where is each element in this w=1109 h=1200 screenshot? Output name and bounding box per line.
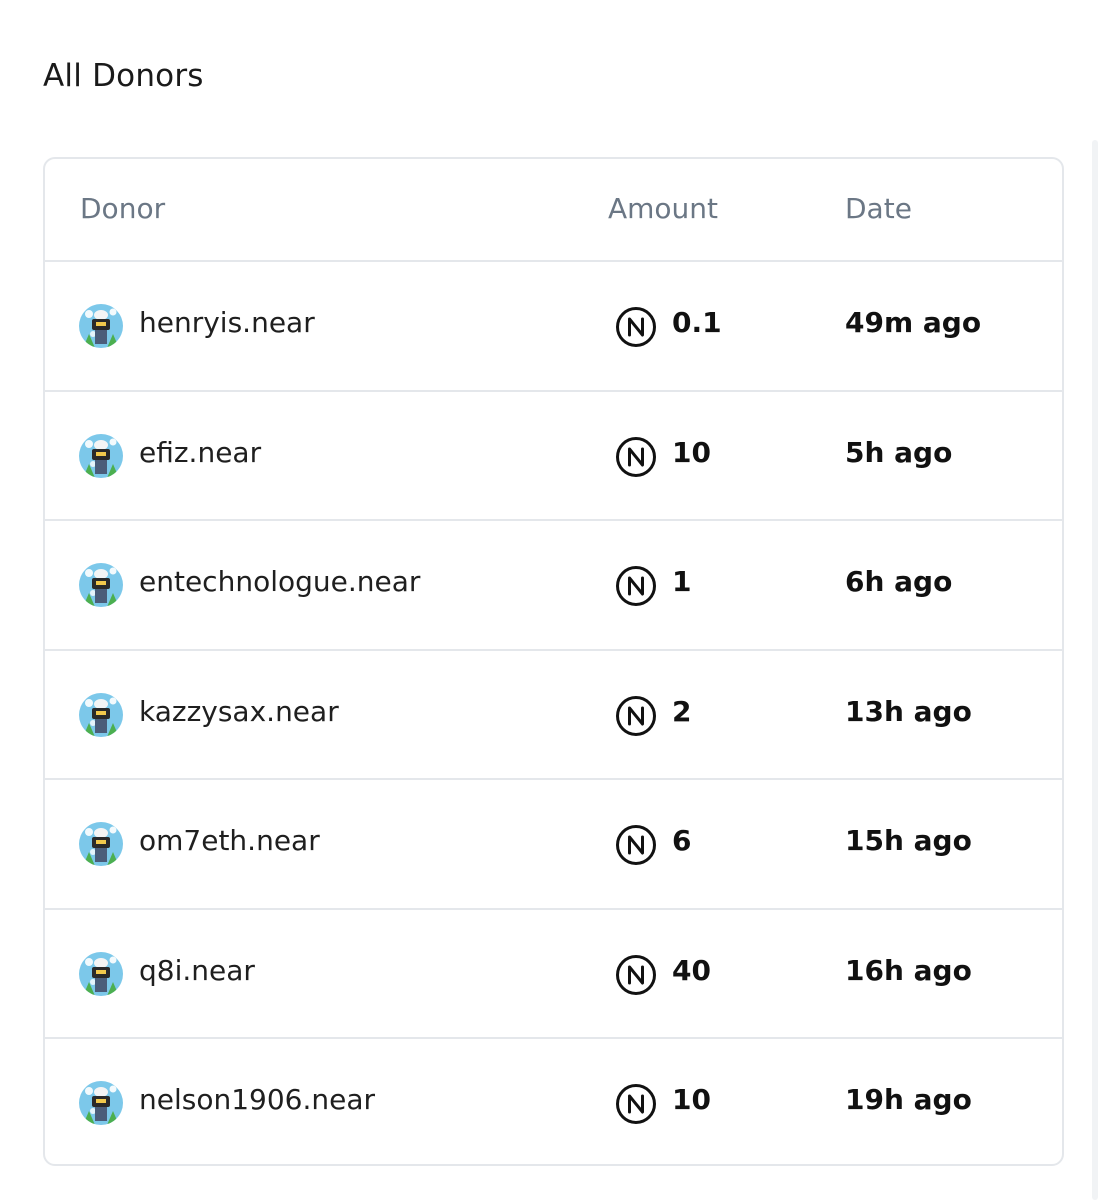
default-avatar-icon <box>79 304 123 348</box>
donor-name[interactable]: henryis.near <box>139 306 315 339</box>
table-row[interactable]: q8i.near 40 16h ago <box>45 910 1062 1039</box>
donor-name[interactable]: om7eth.near <box>139 824 320 857</box>
table-row[interactable]: om7eth.near 6 15h ago <box>45 780 1062 910</box>
donor-name[interactable]: efiz.near <box>139 436 261 469</box>
near-token-icon <box>616 307 656 347</box>
avatar[interactable] <box>79 1081 123 1125</box>
donor-name[interactable]: nelson1906.near <box>139 1083 375 1116</box>
avatar[interactable] <box>79 822 123 866</box>
donation-amount: 10 <box>672 1083 711 1116</box>
donors-page: All Donors Donor Amount Date henryis.nea… <box>0 0 1109 1200</box>
near-token-icon <box>616 436 656 477</box>
column-header-amount: Amount <box>608 192 719 225</box>
donation-date: 15h ago <box>845 824 972 857</box>
donation-date: 13h ago <box>845 694 972 728</box>
avatar[interactable] <box>79 304 123 348</box>
avatar[interactable] <box>79 563 123 607</box>
donation-date: 49m ago <box>845 306 982 339</box>
donation-amount: 1 <box>672 565 692 598</box>
column-header-donor: Donor <box>80 192 166 225</box>
donation-amount: 2 <box>672 694 692 728</box>
default-avatar-icon <box>79 692 123 737</box>
default-avatar-icon <box>79 951 123 996</box>
donation-date: 19h ago <box>845 1083 972 1116</box>
avatar[interactable] <box>79 433 123 478</box>
donor-name[interactable]: entechnologue.near <box>139 565 420 598</box>
donation-amount: 10 <box>672 435 711 469</box>
scrollbar[interactable] <box>1092 140 1098 1200</box>
donation-amount: 40 <box>672 953 711 987</box>
near-token-icon <box>616 954 656 995</box>
donation-date: 16h ago <box>845 953 972 987</box>
table-row[interactable]: efiz.near 10 5h ago <box>45 392 1062 521</box>
donation-date: 5h ago <box>845 435 953 469</box>
default-avatar-icon <box>79 563 123 607</box>
table-body: henryis.near 0.1 49m ago efiz.near 10 5h… <box>45 262 1062 1164</box>
table-row[interactable]: nelson1906.near 10 19h ago <box>45 1039 1062 1164</box>
near-token-icon <box>616 1084 656 1124</box>
table-row[interactable]: henryis.near 0.1 49m ago <box>45 262 1062 392</box>
donation-amount: 0.1 <box>672 306 722 339</box>
near-token-icon <box>616 825 656 865</box>
table-row[interactable]: entechnologue.near 1 6h ago <box>45 521 1062 651</box>
avatar[interactable] <box>79 951 123 996</box>
donor-name[interactable]: kazzysax.near <box>139 695 339 728</box>
page-title: All Donors <box>43 58 204 94</box>
default-avatar-icon <box>79 433 123 478</box>
near-token-icon <box>616 695 656 736</box>
column-header-date: Date <box>845 192 912 225</box>
donor-name[interactable]: q8i.near <box>139 954 255 987</box>
donation-amount: 6 <box>672 824 692 857</box>
table-header: Donor Amount Date <box>45 159 1062 262</box>
near-token-icon <box>616 566 656 606</box>
default-avatar-icon <box>79 1081 123 1125</box>
donor-table: Donor Amount Date henryis.near 0.1 49m a… <box>43 157 1064 1166</box>
table-row[interactable]: kazzysax.near 2 13h ago <box>45 651 1062 780</box>
donation-date: 6h ago <box>845 565 953 598</box>
avatar[interactable] <box>79 692 123 737</box>
default-avatar-icon <box>79 822 123 866</box>
